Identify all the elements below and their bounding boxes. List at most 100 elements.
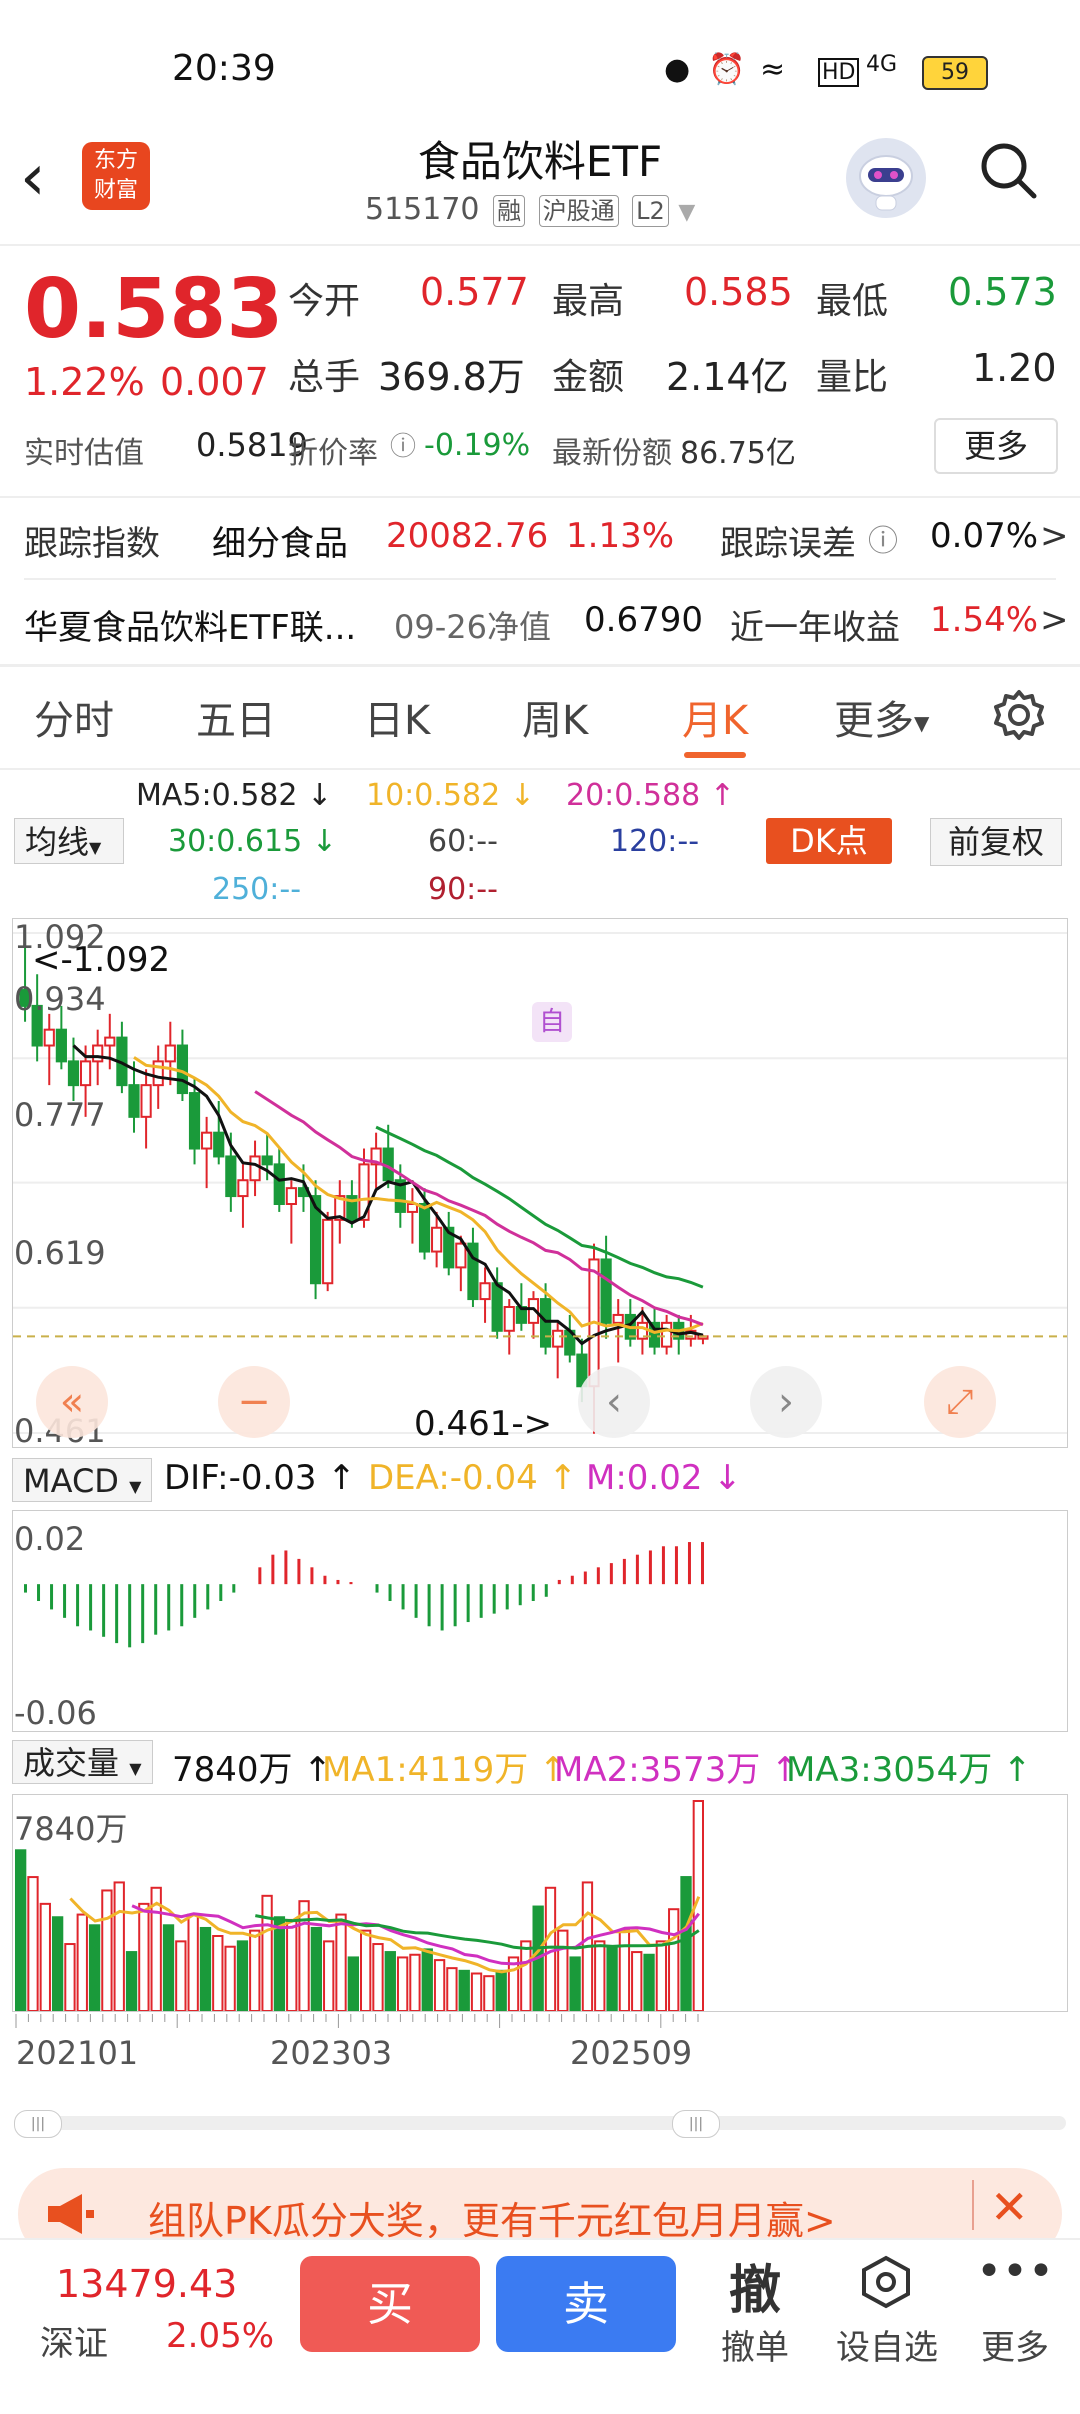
macd-dif: DIF:-0.03 ↑ <box>164 1458 356 1498</box>
more-quote-button[interactable]: 更多 <box>934 418 1058 474</box>
shares-value: 86.75亿 <box>680 436 796 471</box>
ma90-label: 90:-- <box>428 872 498 907</box>
tab-day-k[interactable]: 日K <box>364 688 430 746</box>
tab-more[interactable]: 更多▼ <box>834 688 929 746</box>
candle-body <box>552 1329 564 1348</box>
close-icon[interactable]: ✕ <box>990 2180 1029 2234</box>
chevron-left-icon[interactable]: ‹ <box>20 146 46 210</box>
signal-icon: 4G <box>866 52 898 77</box>
more-dots-icon[interactable]: ••• <box>960 2246 1070 2297</box>
info-icon[interactable]: ⓘ <box>390 426 416 463</box>
ma60-label: 60:-- <box>428 824 498 859</box>
divider <box>972 2180 974 2230</box>
volume-bar <box>396 1956 409 2011</box>
candle-body <box>152 1060 164 1087</box>
assistant-robot-icon[interactable] <box>846 138 926 218</box>
candle-body <box>201 1131 213 1150</box>
chevron-right-icon[interactable]: > <box>1040 516 1069 556</box>
tab-month-k[interactable]: 月K <box>682 688 748 746</box>
volume-bar <box>138 1902 150 2011</box>
more-button[interactable]: 更多 <box>960 2320 1070 2369</box>
candle-body <box>600 1258 612 1324</box>
volume-selector-button[interactable]: 成交量 ▼ <box>12 1740 153 1784</box>
volume-bar <box>384 1951 396 2011</box>
candle-body <box>140 1084 152 1118</box>
index-value[interactable]: 13479.43 <box>56 2262 237 2306</box>
ma-selector-button[interactable]: 均线▼ <box>14 818 124 864</box>
macd-svg <box>24 1542 704 1648</box>
volume-bar <box>606 1945 618 2011</box>
max-price-marker: <-1.092 <box>32 940 171 980</box>
volume-svg <box>15 1800 705 2011</box>
volume-bar <box>507 1956 520 2011</box>
volume-bar <box>162 1924 175 2011</box>
ratio-value: 1.20 <box>972 346 1057 390</box>
min-price-marker: 0.461-> <box>414 1404 553 1444</box>
volume-bar <box>643 1953 655 2011</box>
clock: 20:39 <box>172 48 276 89</box>
volume-chart[interactable] <box>12 1794 1068 2012</box>
cancel-order-button[interactable]: 撤单 <box>700 2320 810 2369</box>
candle-body <box>661 1321 673 1348</box>
volume-bar <box>175 1940 187 2011</box>
tab-more-label: 更多 <box>834 698 914 744</box>
gear-icon[interactable] <box>992 688 1046 746</box>
ma10-label: 10:0.582 ↓ <box>366 778 535 813</box>
caret-down-icon[interactable]: ▼ <box>678 200 695 225</box>
nav-value: 0.6790 <box>584 600 703 640</box>
adjust-forward-button[interactable]: 前复权 <box>930 818 1062 866</box>
dk-point-button[interactable]: DK点 <box>766 818 892 864</box>
tracking-index-name[interactable]: 细分食品 <box>212 516 348 565</box>
caret-down-icon: ▼ <box>129 1759 142 1778</box>
chevron-right-icon[interactable]: > <box>1040 600 1069 640</box>
chevron-left-icon[interactable]: ‹ <box>578 1366 650 1438</box>
volume-bar <box>236 1940 249 2011</box>
linked-fund-name[interactable]: 华夏食品饮料ETF联... <box>24 600 356 649</box>
self-trade-marker[interactable]: 自 <box>532 1002 572 1042</box>
volume-bar <box>88 1924 101 2011</box>
watchlist-icon[interactable] <box>858 2254 914 2314</box>
volume-bar <box>594 1940 606 2011</box>
zoom-out-icon[interactable]: − <box>218 1366 290 1438</box>
ratio-label: 量比 <box>816 357 889 398</box>
kline-y-label-4: 0.619 <box>14 1234 106 1272</box>
search-icon[interactable] <box>978 140 1038 200</box>
macd-selector-button[interactable]: MACD ▼ <box>12 1458 153 1502</box>
macd-chart[interactable] <box>12 1510 1068 1732</box>
return-label: 近一年收益 <box>730 608 900 648</box>
candle-body <box>455 1242 467 1269</box>
promo-banner-text[interactable]: 组队PK瓜分大奖，更有千元红包月月赢> <box>148 2190 836 2245</box>
tab-five-day[interactable]: 五日 <box>196 688 276 746</box>
tracking-error-value[interactable]: 0.07% <box>930 516 1038 556</box>
range-scrollbar[interactable] <box>14 2116 1066 2130</box>
low-value: 0.573 <box>948 270 1057 314</box>
tab-week-k[interactable]: 周K <box>522 688 588 746</box>
candle-body <box>104 1036 116 1047</box>
range-handle-left[interactable]: ||| <box>14 2110 62 2138</box>
volume-bar <box>125 1951 138 2011</box>
cancel-order-icon[interactable]: 撤 <box>700 2248 810 2323</box>
double-chevron-left-icon[interactable]: « <box>36 1366 108 1438</box>
low-label: 最低 <box>816 281 889 322</box>
kline-chart[interactable] <box>12 918 1068 1448</box>
volume-bar <box>668 1908 680 2011</box>
add-watchlist-button[interactable]: 设自选 <box>832 2320 942 2369</box>
range-handle-right[interactable]: ||| <box>672 2110 720 2138</box>
volume-bar <box>76 1913 88 2011</box>
volume-bar <box>323 1940 335 2011</box>
help-icon[interactable]: ⓘ <box>868 516 898 560</box>
volume-bar <box>273 1916 286 2011</box>
buy-button[interactable]: 买 <box>300 2256 480 2352</box>
expand-icon[interactable]: ⤢ <box>924 1366 996 1438</box>
sell-button[interactable]: 卖 <box>496 2256 676 2352</box>
volume-bar <box>446 1967 458 2011</box>
tab-intraday[interactable]: 分时 <box>34 688 114 746</box>
volume-bar <box>27 1876 39 2011</box>
divider <box>0 244 1080 246</box>
candle-body <box>539 1298 552 1348</box>
volume-bar <box>113 1881 125 2011</box>
volume-ma1: MA1:4119万 ↑ <box>322 1750 568 1790</box>
macd-m: M:0.02 ↓ <box>586 1458 742 1498</box>
chevron-right-icon[interactable]: › <box>750 1366 822 1438</box>
volume-bar <box>347 1956 359 2011</box>
